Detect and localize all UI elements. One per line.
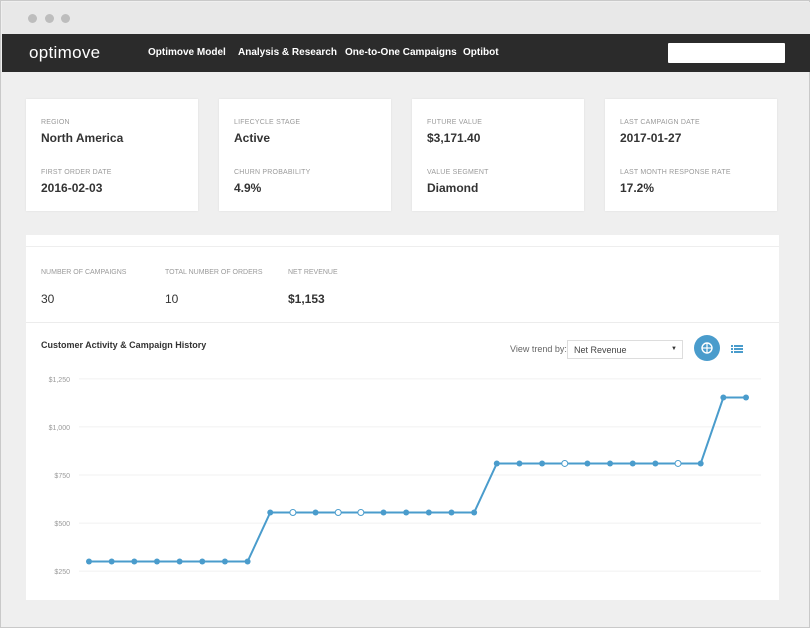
- stats-row: NUMBER OF CAMPAIGNS 30 TOTAL NUMBER OF O…: [26, 247, 779, 323]
- data-point[interactable]: [380, 509, 387, 516]
- region-value: North America: [41, 131, 124, 145]
- value-segment-value: Diamond: [427, 181, 479, 195]
- data-point[interactable]: [652, 460, 659, 467]
- card-future-value: FUTURE VALUE $3,171.40 VALUE SEGMENT Dia…: [412, 99, 584, 211]
- window-maximize-dot[interactable]: [61, 14, 70, 23]
- first-order-date-value: 2016-02-03: [41, 181, 103, 195]
- data-point[interactable]: [539, 460, 546, 467]
- card-lifecycle: LIFECYCLE STAGE Active CHURN PROBABILITY…: [219, 99, 391, 211]
- window-close-dot[interactable]: [28, 14, 37, 23]
- lifecycle-stage-value: Active: [234, 131, 271, 145]
- data-point[interactable]: [176, 558, 183, 565]
- response-rate-value: 17.2%: [620, 181, 655, 195]
- nav-optimove-model[interactable]: Optimove Model: [148, 47, 226, 58]
- data-point[interactable]: [289, 509, 297, 516]
- data-point[interactable]: [312, 509, 319, 516]
- data-point[interactable]: [357, 509, 365, 516]
- view-trend-label: View trend by:: [510, 344, 567, 354]
- revenue-series-line: [89, 396, 746, 563]
- trend-select[interactable]: Net Revenue ▼: [567, 340, 683, 359]
- value-segment-label: VALUE SEGMENT: [427, 169, 489, 176]
- caret-down-icon: ▼: [671, 346, 677, 352]
- nav-one-to-one-campaigns[interactable]: One-to-One Campaigns: [345, 47, 457, 58]
- last-campaign-date-label: LAST CAMPAIGN DATE: [620, 119, 700, 126]
- data-point[interactable]: [697, 460, 704, 467]
- data-point[interactable]: [674, 459, 682, 467]
- data-point[interactable]: [244, 558, 251, 565]
- data-point[interactable]: [425, 509, 432, 516]
- data-point[interactable]: [131, 558, 138, 565]
- card-last-campaign: LAST CAMPAIGN DATE 2017-01-27 LAST MONTH…: [605, 99, 777, 211]
- card-region: REGION North America FIRST ORDER DATE 20…: [26, 99, 198, 211]
- net-revenue-value: $1,153: [288, 292, 325, 306]
- search-input[interactable]: [668, 43, 785, 63]
- data-point[interactable]: [493, 460, 500, 467]
- data-point[interactable]: [629, 460, 636, 467]
- browser-titlebar: [2, 2, 810, 34]
- campaigns-count-label: NUMBER OF CAMPAIGNS: [41, 269, 127, 276]
- future-value-label: FUTURE VALUE: [427, 119, 483, 126]
- data-point[interactable]: [516, 460, 523, 467]
- response-rate-label: LAST MONTH RESPONSE RATE: [620, 169, 731, 176]
- campaigns-count-value: 30: [41, 292, 55, 306]
- y-tick-label: $1,000: [49, 425, 71, 432]
- y-tick-label: $500: [54, 521, 70, 528]
- trend-select-value: Net Revenue: [574, 345, 627, 355]
- y-tick-label: $250: [54, 569, 70, 576]
- data-point[interactable]: [86, 558, 92, 565]
- data-point[interactable]: [153, 558, 160, 565]
- first-order-date-label: FIRST ORDER DATE: [41, 169, 112, 176]
- data-point[interactable]: [743, 394, 749, 401]
- data-point[interactable]: [334, 509, 342, 516]
- data-point[interactable]: [267, 509, 274, 516]
- chart-view-button[interactable]: [694, 335, 720, 361]
- y-tick-label: $1,250: [49, 377, 71, 384]
- activity-line-chart: $1,250 $1,000 $750 $500 $250: [49, 377, 761, 576]
- data-point[interactable]: [199, 558, 206, 565]
- chart-view-icon: [701, 342, 713, 354]
- lifecycle-stage-label: LIFECYCLE STAGE: [234, 119, 301, 126]
- orders-count-value: 10: [165, 292, 179, 306]
- panel-header-strip: [26, 235, 779, 247]
- data-point[interactable]: [607, 460, 614, 467]
- last-campaign-date-value: 2017-01-27: [620, 131, 682, 145]
- data-point[interactable]: [720, 394, 727, 401]
- data-point[interactable]: [471, 509, 478, 516]
- top-navbar: optimove Optimove Model Analysis & Resea…: [2, 34, 810, 72]
- optimove-logo[interactable]: optimove: [29, 43, 100, 63]
- net-revenue-label: NET REVENUE: [288, 269, 338, 276]
- nav-optibot[interactable]: Optibot: [463, 47, 499, 58]
- future-value-value: $3,171.40: [427, 131, 481, 145]
- data-point[interactable]: [403, 509, 410, 516]
- browser-window: optimove Optimove Model Analysis & Resea…: [0, 0, 810, 628]
- list-view-icon[interactable]: [731, 344, 743, 354]
- data-point[interactable]: [561, 459, 569, 467]
- region-label: REGION: [41, 119, 70, 126]
- chart-title: Customer Activity & Campaign History: [41, 340, 207, 350]
- data-point[interactable]: [448, 509, 455, 516]
- y-tick-label: $750: [54, 473, 70, 480]
- data-point[interactable]: [221, 558, 228, 565]
- data-point[interactable]: [584, 460, 591, 467]
- window-minimize-dot[interactable]: [45, 14, 54, 23]
- nav-analysis-research[interactable]: Analysis & Research: [238, 47, 337, 58]
- churn-probability-label: CHURN PROBABILITY: [234, 169, 311, 176]
- churn-probability-value: 4.9%: [234, 181, 262, 195]
- activity-panel: NUMBER OF CAMPAIGNS 30 TOTAL NUMBER OF O…: [26, 235, 779, 600]
- orders-count-label: TOTAL NUMBER OF ORDERS: [165, 269, 263, 276]
- data-point[interactable]: [108, 558, 115, 565]
